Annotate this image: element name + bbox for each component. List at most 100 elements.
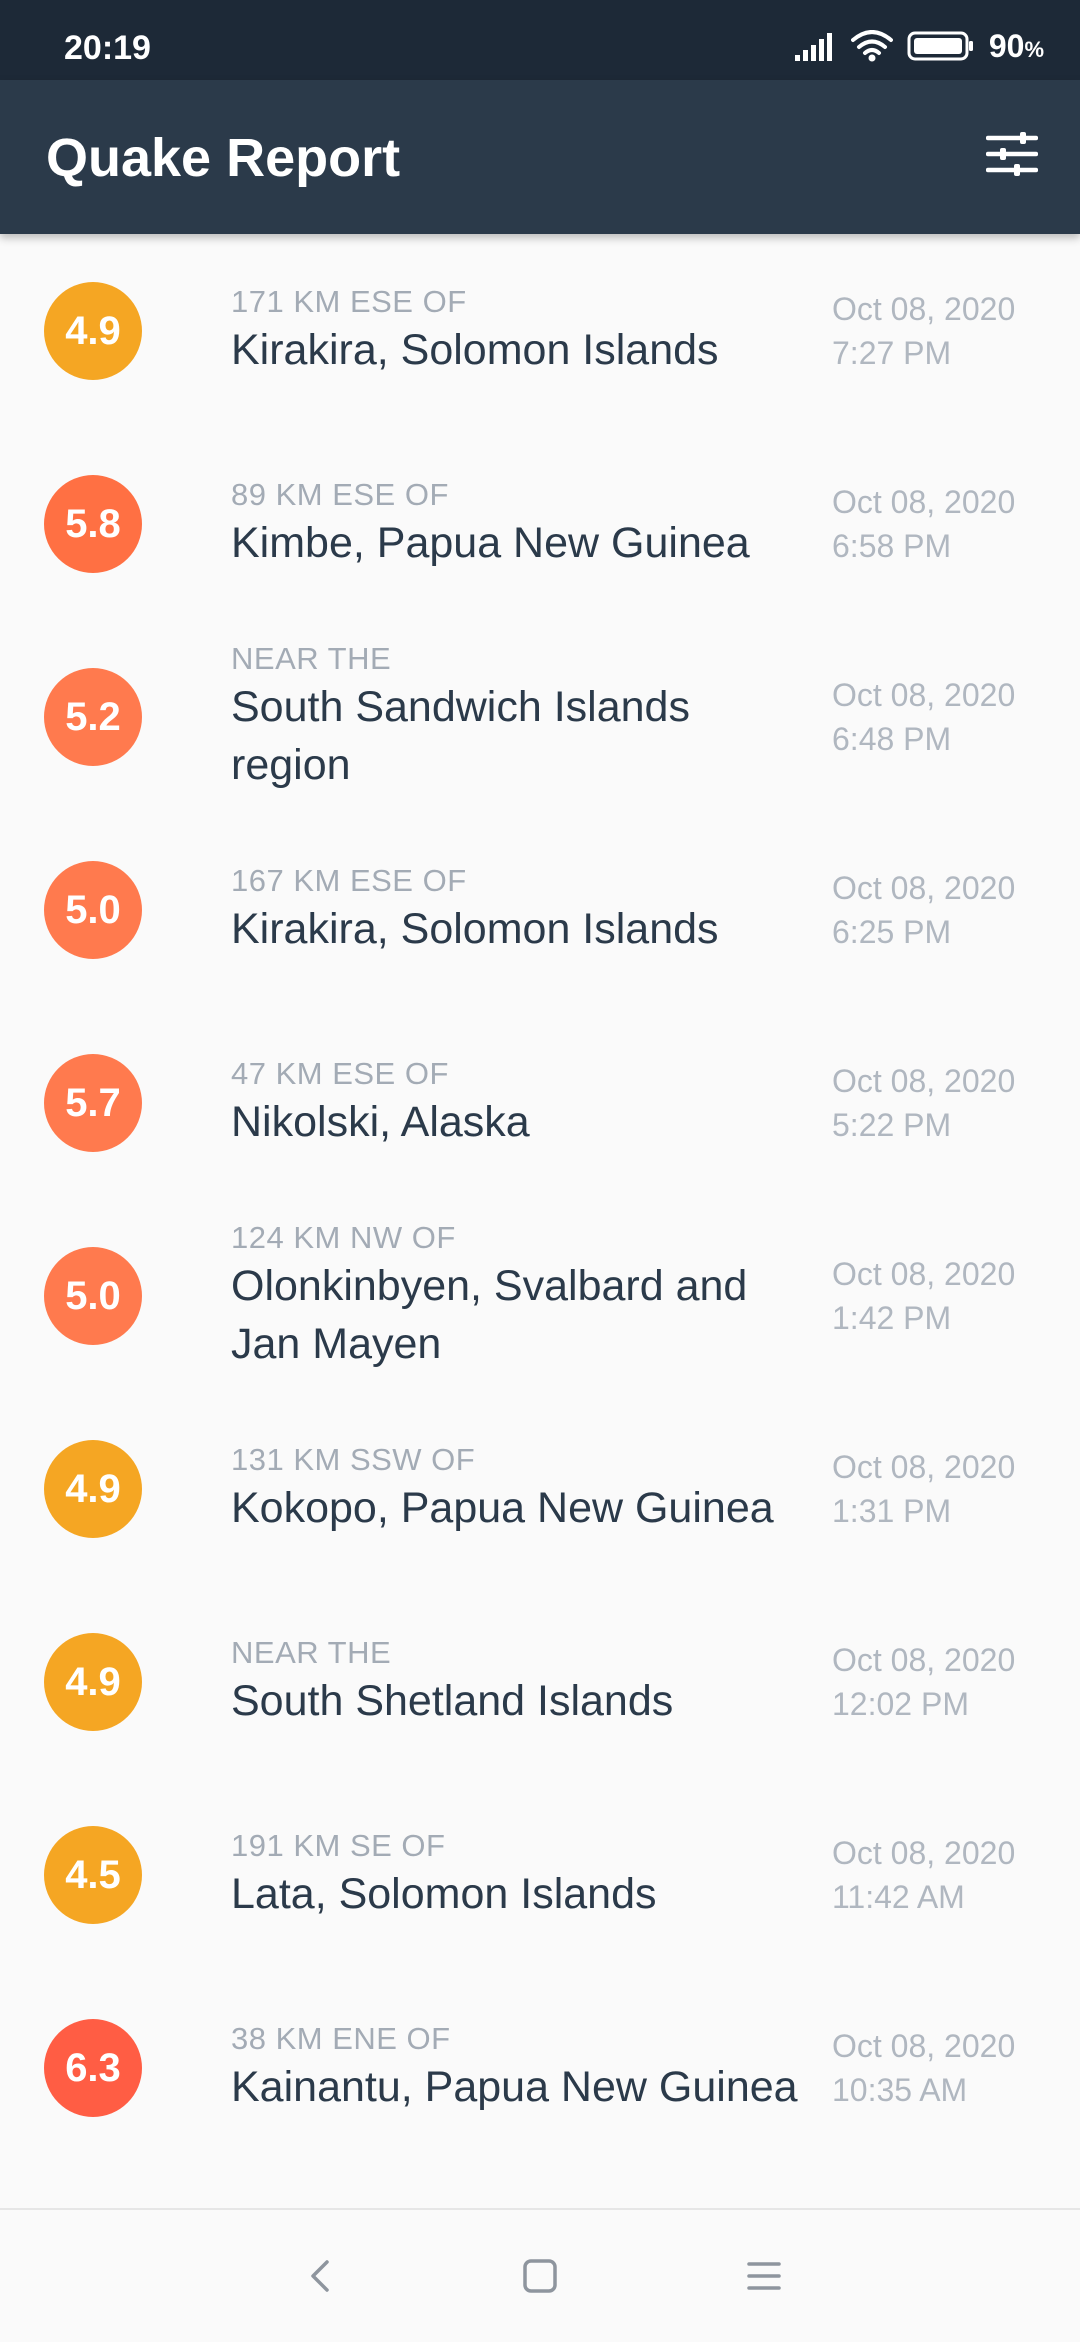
primary-location: Kainantu, Papua New Guinea: [231, 2062, 798, 2111]
quake-time: 7:27 PM: [832, 334, 952, 371]
date-block: Oct 08, 2020 6:58 PM: [832, 480, 1062, 568]
wifi-icon: [850, 29, 893, 67]
magnitude-circle: 5.0: [44, 1246, 142, 1345]
primary-location: Kimbe, Papua New Guinea: [231, 518, 750, 567]
location-offset: 171 KM ESE OF: [231, 283, 467, 319]
list-item[interactable]: 5.8 89 KM ESE OF Kimbe, Papua New Guinea…: [0, 427, 1080, 620]
primary-location: South Sandwich Islands region: [231, 682, 690, 789]
list-item[interactable]: 4.9 NEAR THE South Shetland Islands Oct …: [0, 1585, 1080, 1778]
quake-date: Oct 08, 2020: [832, 483, 1016, 520]
date-block: Oct 08, 2020 12:02 PM: [832, 1638, 1062, 1726]
location-block: 171 KM ESE OF Kirakira, Solomon Islands: [231, 283, 821, 379]
status-bar: 20:19 90%: [0, 0, 1080, 80]
date-block: Oct 08, 2020 1:42 PM: [832, 1252, 1062, 1340]
location-block: 131 KM SSW OF Kokopo, Papua New Guinea: [231, 1441, 821, 1537]
quake-time: 6:25 PM: [832, 913, 952, 950]
location-offset: NEAR THE: [231, 1634, 392, 1670]
quake-date: Oct 08, 2020: [832, 1448, 1016, 1485]
primary-location: South Shetland Islands: [231, 1676, 674, 1725]
location-block: 38 KM ENE OF Kainantu, Papua New Guinea: [231, 2020, 821, 2116]
home-button[interactable]: [510, 2248, 570, 2308]
quake-date: Oct 08, 2020: [832, 2027, 1016, 2064]
earthquake-list[interactable]: 4.9 171 KM ESE OF Kirakira, Solomon Isla…: [0, 234, 1080, 2204]
location-block: 167 KM ESE OF Kirakira, Solomon Islands: [231, 862, 821, 958]
quake-time: 6:48 PM: [832, 720, 952, 757]
magnitude-circle: 4.9: [44, 1439, 142, 1538]
quake-time: 6:58 PM: [832, 527, 952, 564]
quake-time: 10:35 AM: [832, 2071, 968, 2108]
magnitude-circle: 6.3: [44, 2018, 142, 2117]
list-item[interactable]: 5.0 124 KM NW OF Olonkinbyen, Svalbard a…: [0, 1199, 1080, 1392]
location-offset: 167 KM ESE OF: [231, 862, 467, 898]
location-offset: 124 KM NW OF: [231, 1219, 456, 1255]
primary-location: Kirakira, Solomon Islands: [231, 325, 719, 374]
quake-time: 5:22 PM: [832, 1106, 952, 1143]
filter-sliders-icon: [985, 130, 1039, 183]
location-block: NEAR THE South Shetland Islands: [231, 1634, 821, 1730]
location-offset: NEAR THE: [231, 640, 392, 676]
battery-icon: [907, 30, 975, 67]
back-button[interactable]: [290, 2248, 350, 2308]
quake-time: 1:31 PM: [832, 1492, 952, 1529]
magnitude-circle: 5.0: [44, 860, 142, 959]
status-time: 20:19: [64, 29, 151, 67]
primary-location: Olonkinbyen, Svalbard and Jan Mayen: [231, 1261, 748, 1368]
location-block: 124 KM NW OF Olonkinbyen, Svalbard and J…: [231, 1219, 821, 1373]
list-item[interactable]: 5.7 47 KM ESE OF Nikolski, Alaska Oct 08…: [0, 1006, 1080, 1199]
battery-percent-unit: %: [1024, 37, 1044, 62]
date-block: Oct 08, 2020 7:27 PM: [832, 287, 1062, 375]
list-item[interactable]: 4.9 171 KM ESE OF Kirakira, Solomon Isla…: [0, 234, 1080, 427]
home-icon: [522, 2258, 558, 2299]
list-item[interactable]: 6.3 38 KM ENE OF Kainantu, Papua New Gui…: [0, 1971, 1080, 2164]
primary-location: Kokopo, Papua New Guinea: [231, 1483, 774, 1532]
magnitude-circle: 4.9: [44, 1632, 142, 1731]
quake-date: Oct 08, 2020: [832, 1062, 1016, 1099]
primary-location: Nikolski, Alaska: [231, 1097, 530, 1146]
status-icons: 90%: [794, 24, 1044, 72]
recents-icon: [746, 2260, 782, 2297]
date-block: Oct 08, 2020 11:42 AM: [832, 1831, 1062, 1919]
signal-icon: [794, 31, 837, 66]
quake-time: 12:02 PM: [832, 1685, 969, 1722]
quake-date: Oct 08, 2020: [832, 1641, 1016, 1678]
quake-date: Oct 08, 2020: [832, 676, 1016, 713]
date-block: Oct 08, 2020 1:31 PM: [832, 1445, 1062, 1533]
magnitude-circle: 5.2: [44, 667, 142, 766]
quake-date: Oct 08, 2020: [832, 1834, 1016, 1871]
quake-date: Oct 08, 2020: [832, 869, 1016, 906]
quake-time: 1:42 PM: [832, 1299, 952, 1336]
list-item[interactable]: 5.0 167 KM ESE OF Kirakira, Solomon Isla…: [0, 813, 1080, 1006]
magnitude-circle: 4.5: [44, 1825, 142, 1924]
app-bar: Quake Report: [0, 80, 1080, 234]
location-offset: 38 KM ENE OF: [231, 2020, 451, 2056]
location-offset: 47 KM ESE OF: [231, 1055, 449, 1091]
location-block: 89 KM ESE OF Kimbe, Papua New Guinea: [231, 476, 821, 572]
location-offset: 89 KM ESE OF: [231, 476, 449, 512]
list-item[interactable]: 4.5 191 KM SE OF Lata, Solomon Islands O…: [0, 1778, 1080, 1971]
location-block: 47 KM ESE OF Nikolski, Alaska: [231, 1055, 821, 1151]
filter-settings-button[interactable]: [980, 124, 1044, 188]
quake-date: Oct 08, 2020: [832, 1255, 1016, 1292]
quake-date: Oct 08, 2020: [832, 290, 1016, 327]
date-block: Oct 08, 2020 5:22 PM: [832, 1059, 1062, 1147]
list-item[interactable]: 5.2 NEAR THE South Sandwich Islands regi…: [0, 620, 1080, 813]
date-block: Oct 08, 2020 6:48 PM: [832, 673, 1062, 761]
location-block: 191 KM SE OF Lata, Solomon Islands: [231, 1827, 821, 1923]
date-block: Oct 08, 2020 10:35 AM: [832, 2024, 1062, 2112]
date-block: Oct 08, 2020 6:25 PM: [832, 866, 1062, 954]
recents-button[interactable]: [734, 2248, 794, 2308]
app-title: Quake Report: [46, 128, 401, 188]
primary-location: Lata, Solomon Islands: [231, 1869, 657, 1918]
location-block: NEAR THE South Sandwich Islands region: [231, 640, 821, 794]
magnitude-circle: 5.8: [44, 474, 142, 573]
quake-time: 11:42 AM: [832, 1878, 965, 1915]
battery-percent-value: 90: [988, 28, 1025, 64]
back-icon: [305, 2256, 335, 2301]
location-offset: 191 KM SE OF: [231, 1827, 446, 1863]
list-item[interactable]: 4.9 131 KM SSW OF Kokopo, Papua New Guin…: [0, 1392, 1080, 1585]
magnitude-circle: 5.7: [44, 1053, 142, 1152]
battery-percent: 90%: [989, 26, 1044, 70]
primary-location: Kirakira, Solomon Islands: [231, 904, 719, 953]
magnitude-circle: 4.9: [44, 281, 142, 380]
location-offset: 131 KM SSW OF: [231, 1441, 476, 1477]
